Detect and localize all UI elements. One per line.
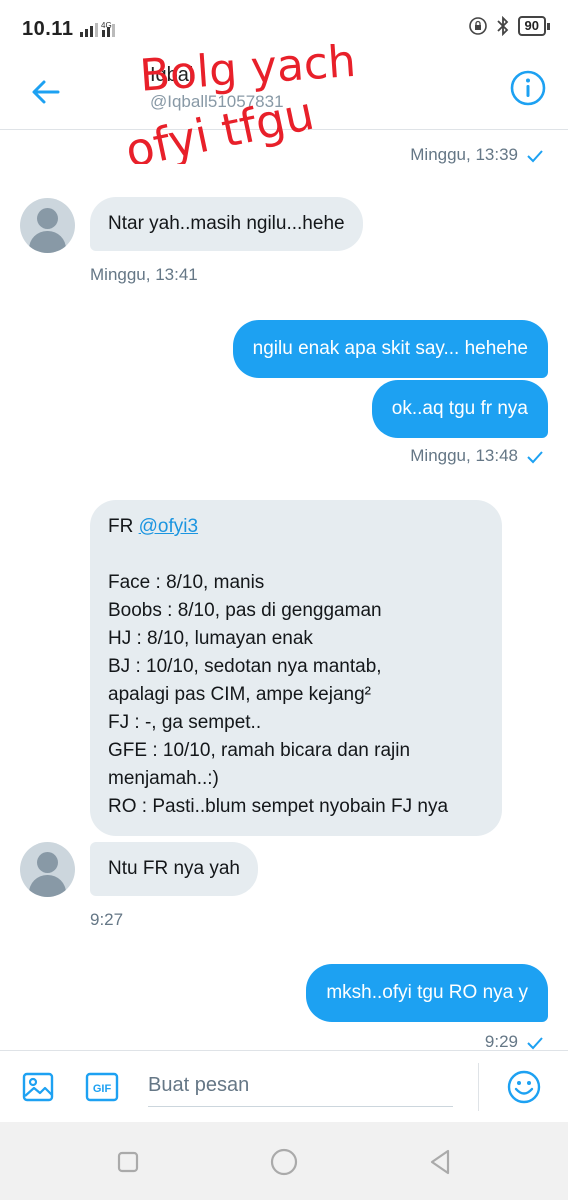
divider bbox=[478, 1063, 479, 1111]
back-arrow-icon[interactable] bbox=[28, 74, 64, 110]
signal-icon: 4G bbox=[80, 21, 115, 37]
report-line: Face : 8/10, manis bbox=[108, 572, 265, 593]
avatar[interactable] bbox=[20, 842, 75, 897]
battery-indicator: 90 bbox=[517, 16, 551, 36]
status-right: 90 bbox=[468, 16, 551, 36]
outgoing-message: ok..aq tgu fr nya bbox=[371, 380, 548, 438]
bluetooth-icon bbox=[496, 16, 508, 36]
report-line: FJ : -, ga sempet.. bbox=[108, 712, 262, 733]
report-line: Boobs : 8/10, pas di genggaman bbox=[108, 600, 382, 621]
read-check-icon bbox=[527, 1037, 543, 1050]
message-timestamp: Minggu, 13:48 bbox=[410, 446, 518, 465]
network-label: 4G bbox=[101, 21, 112, 30]
scribble-text-1: Bolg yach bbox=[138, 44, 357, 102]
report-line: apalagi pas CIM, ampe kejang² bbox=[108, 684, 371, 705]
clock: 10.11 bbox=[22, 18, 74, 40]
scribble-overlay: Bolg yach ofyi tfgu bbox=[121, 44, 358, 164]
report-line: BJ : 10/10, sedotan nya mantab, bbox=[108, 656, 382, 677]
message-timestamp: Minggu, 13:41 bbox=[90, 265, 198, 284]
report-line: RO : Pasti..blum sempet nyobain FJ nya bbox=[108, 796, 449, 817]
report-line: HJ : 8/10, lumayan enak bbox=[108, 628, 313, 649]
report-line: GFE : 10/10, ramah bicara dan rajin bbox=[108, 740, 411, 761]
message-timestamp: 9:27 bbox=[90, 910, 124, 929]
system-nav-bar bbox=[0, 1122, 568, 1200]
report-line: menjamah..:) bbox=[108, 768, 219, 789]
report-title: FR @ofyi3 bbox=[108, 514, 484, 542]
read-check-icon bbox=[527, 150, 543, 163]
incoming-message-report: FR @ofyi3 Face : 8/10, manis Boobs : 8/1… bbox=[90, 500, 502, 836]
message-timestamp: 9:29 bbox=[484, 1032, 518, 1051]
message-input[interactable] bbox=[148, 1065, 453, 1107]
recent-apps-icon[interactable] bbox=[112, 1146, 144, 1178]
avatar[interactable] bbox=[20, 198, 75, 253]
report-title-prefix: FR bbox=[108, 516, 139, 537]
image-icon[interactable] bbox=[22, 1071, 54, 1103]
lock-rotation-icon bbox=[468, 17, 487, 35]
incoming-message: Ntar yah..masih ngilu...hehe bbox=[90, 197, 363, 251]
read-check-icon bbox=[527, 451, 543, 464]
mention-link[interactable]: @ofyi3 bbox=[139, 516, 198, 537]
outgoing-message: ngilu enak apa skit say... hehehe bbox=[232, 320, 548, 378]
info-icon[interactable] bbox=[508, 68, 548, 108]
message-timestamp: Minggu, 13:39 bbox=[410, 145, 518, 164]
incoming-message: Ntu FR nya yah bbox=[90, 842, 258, 896]
gif-label: GIF bbox=[93, 1083, 112, 1095]
outgoing-message: mksh..ofyi tgu RO nya y bbox=[306, 964, 548, 1022]
back-nav-icon[interactable] bbox=[424, 1146, 456, 1178]
gif-icon[interactable]: GIF bbox=[85, 1071, 119, 1103]
compose-bar: GIF bbox=[0, 1050, 568, 1122]
emoji-icon[interactable] bbox=[506, 1069, 542, 1105]
home-icon[interactable] bbox=[268, 1146, 300, 1178]
